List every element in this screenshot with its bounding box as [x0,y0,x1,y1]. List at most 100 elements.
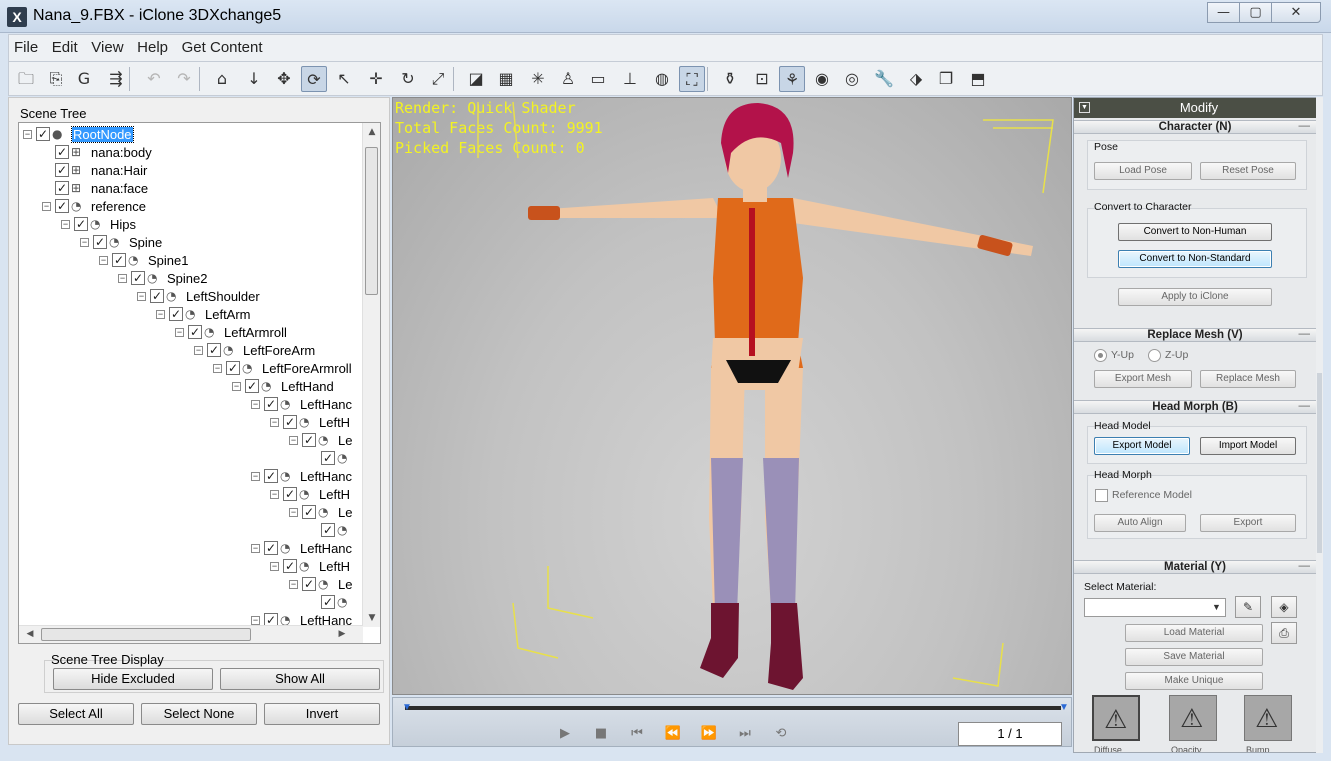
node-checkbox[interactable]: ✓ [74,217,88,231]
node-checkbox[interactable]: ✓ [283,415,297,429]
node-checkbox[interactable]: ✓ [283,559,297,573]
save-material-button[interactable]: Save Material [1125,648,1263,666]
undo-icon[interactable]: ↶ [141,66,167,92]
opacity-texture-slot[interactable]: ⚠ [1169,695,1217,741]
node-checkbox[interactable]: ✓ [188,325,202,339]
eyedropper-icon[interactable]: ✎ [1235,596,1261,618]
collapse-toggle-icon[interactable]: − [251,615,260,625]
tree-node[interactable]: ✓ ◔ [308,593,357,611]
replace-mesh-button[interactable]: Replace Mesh [1200,370,1296,388]
plane-icon[interactable]: ▭ [585,66,611,92]
fast-forward-icon[interactable]: ⏩ [699,724,719,744]
tree-node[interactable]: − ✓ ◔ LeftHand [232,377,334,395]
convert-non-standard-button[interactable]: Convert to Non-Standard [1118,250,1272,268]
timeline-end-marker-icon[interactable]: ▼ [1059,702,1069,714]
modify-panel-scrollbar[interactable] [1316,97,1323,753]
node-checkbox[interactable]: ✓ [93,235,107,249]
scroll-down-icon[interactable]: ▼ [365,613,379,623]
tree-node[interactable]: − ✓ ◔ LeftH [270,413,350,431]
apply-to-iclone-button[interactable]: Apply to iClone [1118,288,1272,306]
collapse-toggle-icon[interactable]: − [137,291,146,301]
grid-icon[interactable]: ▦ [493,66,519,92]
collapse-toggle-icon[interactable]: − [194,345,203,355]
collapse-toggle-icon[interactable]: − [251,471,260,481]
tree-node[interactable]: − ✓ ◔ Le [289,431,352,449]
node-checkbox[interactable]: ✓ [55,145,69,159]
bump-texture-slot[interactable]: ⚠ [1244,695,1292,741]
tree-node[interactable]: − ✓ ● RootNode [23,125,134,143]
tree-node[interactable]: − ✓ ◔ Hips [61,215,136,233]
load-material-button[interactable]: Load Material [1125,624,1263,642]
scale-icon[interactable]: ⤢ [425,66,451,92]
redo-icon[interactable]: ↷ [171,66,197,92]
import-icon[interactable]: ⎘ [43,66,69,92]
node-checkbox[interactable]: ✓ [302,577,316,591]
loop-icon[interactable]: ⟲ [771,724,791,744]
y-up-radio[interactable] [1094,349,1107,362]
character-section-header[interactable]: Character (N) — [1074,120,1316,134]
make-unique-button[interactable]: Make Unique [1125,672,1263,690]
collapse-toggle-icon[interactable]: − [118,273,127,283]
menu-file[interactable]: File [9,35,43,61]
tree-node[interactable]: − ✓ ◔ Spine [80,233,162,251]
scroll-right-icon[interactable]: ▶ [335,629,349,639]
tree-node[interactable]: − ✓ ◔ LeftHanc [251,539,352,557]
camera-icon[interactable]: ⊡ [749,66,775,92]
export-model-button[interactable]: Export Model [1094,437,1190,455]
node-checkbox[interactable]: ✓ [302,433,316,447]
collapse-toggle-icon[interactable]: − [289,507,298,517]
tree-node[interactable]: − ✓ ◔ LeftH [270,557,350,575]
tree-node[interactable]: − ✓ ◔ Le [289,503,352,521]
node-checkbox[interactable]: ✓ [169,307,183,321]
copy-icon[interactable]: ❐ [933,66,959,92]
rewind-icon[interactable]: ⏪ [663,724,683,744]
diffuse-texture-slot[interactable]: ⚠ [1092,695,1140,741]
node-checkbox[interactable]: ✓ [36,127,50,141]
tree-node[interactable]: − ✓ ◔ LeftArmroll [175,323,287,341]
move-icon[interactable]: ✥ [271,66,297,92]
collapse-toggle-icon[interactable]: − [213,363,222,373]
menu-help[interactable]: Help [132,35,173,61]
collapse-toggle-icon[interactable]: − [99,255,108,265]
orbit-icon[interactable]: ⟳ [301,66,327,92]
tree-horizontal-scrollbar[interactable]: ◀ ▶ [19,625,363,643]
tree-vertical-scrollbar[interactable]: ▲ ▼ [362,123,380,627]
pivot-icon[interactable]: ⊥ [617,66,643,92]
collapse-toggle-icon[interactable]: − [232,381,241,391]
node-checkbox[interactable]: ✓ [207,343,221,357]
character-icon[interactable]: ⚱ [717,66,743,92]
node-checkbox[interactable]: ✓ [264,397,278,411]
node-checkbox[interactable]: ✓ [321,451,335,465]
node-checkbox[interactable]: ✓ [264,469,278,483]
pick-icon[interactable]: ↖ [331,66,357,92]
stop-icon[interactable]: ■ [591,724,611,744]
node-checkbox[interactable]: ✓ [302,505,316,519]
tree-node[interactable]: ✓ ⊞ nana:face [42,179,148,197]
hide-excluded-button[interactable]: Hide Excluded [53,668,213,690]
collapse-toggle-icon[interactable]: − [270,489,279,499]
bone-icon[interactable]: ⚘ [779,66,805,92]
select-box-icon[interactable]: ◪ [463,66,489,92]
tree-node[interactable]: − ✓ ◔ Spine2 [118,269,207,287]
select-none-button[interactable]: Select None [141,703,257,725]
collapse-toggle-icon[interactable]: − [175,327,184,337]
menu-view[interactable]: View [86,35,128,61]
load-pose-button[interactable]: Load Pose [1094,162,1192,180]
paint-bucket-icon[interactable]: ◈ [1271,596,1297,618]
translate-icon[interactable]: ✛ [363,66,389,92]
modify-scroll-thumb[interactable] [1317,373,1322,553]
g-icon[interactable]: G [71,66,97,92]
collapse-toggle-icon[interactable]: − [289,579,298,589]
timeline-track[interactable] [405,706,1061,710]
drop-down-icon[interactable]: ↓ [241,66,267,92]
node-checkbox[interactable]: ✓ [245,379,259,393]
timeline-start-marker-icon[interactable]: ▼ [402,702,412,714]
tree-node[interactable]: ✓ ◔ [308,449,357,467]
maximize-button[interactable]: ▢ [1239,2,1272,23]
go-to-start-icon[interactable]: ⏮ [627,724,647,744]
tag-icon[interactable]: ⬗ [903,66,929,92]
node-checkbox[interactable]: ✓ [226,361,240,375]
globe-icon[interactable]: ◍ [649,66,675,92]
tree-node[interactable]: − ✓ ◔ reference [42,197,146,215]
replace-mesh-section-header[interactable]: Replace Mesh (V) — [1074,328,1316,342]
